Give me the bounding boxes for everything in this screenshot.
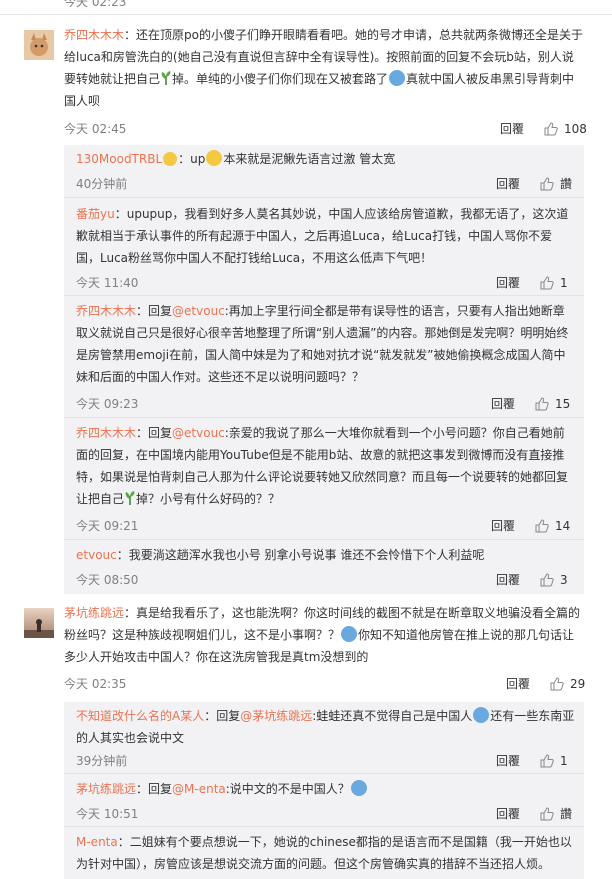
reply-item: 乔四木木木：回复@etvouc:亲爱的我说了那么一大堆你就看到一个小号问题？你自… (76, 426, 569, 506)
thumbs-up-icon[interactable] (540, 753, 554, 768)
comment-actions: 回覆 29 (506, 675, 585, 692)
reply-actions: 回覆 讚 (496, 805, 572, 822)
previous-comment-time: 今天 02:23 (64, 0, 127, 9)
comment-time: 今天 02:35 (64, 677, 127, 691)
reply-button[interactable]: 回覆 (491, 517, 515, 534)
divider (64, 295, 584, 296)
reply-time: 39分钟前 (76, 754, 128, 768)
mention-link[interactable]: @etvouc (172, 304, 225, 318)
reply-username[interactable]: 不知道改什么名的A某人 (76, 709, 204, 723)
reply-actions: 回覆 1 (496, 752, 568, 769)
divider (64, 773, 584, 774)
reply-button[interactable]: 回覆 (496, 752, 520, 769)
reply-username[interactable]: 乔四木木木 (76, 426, 136, 440)
reply-item: etvouc：我要淌这趟浑水我也小号 别拿小号说事 谁还不会怜惜下个人利益呢 (76, 548, 485, 562)
thumbs-up-icon[interactable] (544, 121, 558, 136)
mention-link[interactable]: @etvouc (172, 426, 225, 440)
like-count: 108 (564, 121, 587, 136)
reply-item: 番茄yu：upupup，我看到好多人莫名其妙说，中国人应该给房管道歉，我都无语了… (76, 207, 569, 265)
avatar[interactable] (24, 30, 54, 60)
divider (64, 826, 584, 827)
like-count: 29 (570, 676, 586, 691)
reply-actions: 回覆 14 (491, 517, 570, 534)
like-count: 15 (555, 396, 571, 411)
face-emoji-icon (163, 152, 178, 166)
like-label[interactable]: 讚 (560, 805, 572, 822)
reply-item: 不知道改什么名的A某人：回复@茅坑练跳远:蛙蛙还真不觉得自己是中国人 还有一些东南… (76, 707, 575, 745)
thumbs-up-icon[interactable] (550, 676, 564, 691)
mention-link[interactable]: @茅坑练跳远 (240, 709, 312, 723)
comment-time: 今天 02:45 (64, 122, 127, 136)
reply-actions: 回覆 3 (496, 571, 568, 588)
thumbs-up-icon[interactable] (540, 275, 554, 290)
thumbs-up-icon[interactable] (540, 806, 554, 821)
reply-button[interactable]: 回覆 (496, 274, 520, 291)
reply-button[interactable]: 回覆 (506, 675, 530, 692)
like-count: 1 (560, 753, 568, 768)
plant-emoji-icon (124, 490, 136, 505)
like-count: 14 (555, 518, 571, 533)
reply-actions: 回覆 15 (491, 395, 570, 412)
divider (64, 197, 584, 198)
reply-item: M-enta：二姐妹有个要点想说一下，她说的chinese都指的是语言而不是国籍… (76, 835, 572, 871)
reply-button[interactable]: 回覆 (496, 805, 520, 822)
divider (0, 14, 612, 15)
reply-item: 茅坑练跳远：回复@M-enta:说中文的不是中国人？ (76, 778, 576, 800)
divider (64, 539, 584, 540)
reply-button[interactable]: 回覆 (500, 120, 524, 137)
reply-username[interactable]: 乔四木木木 (76, 304, 136, 318)
reply-actions: 回覆 讚 (496, 175, 572, 192)
like-count: 1 (560, 275, 568, 290)
comment-text: 茅坑练跳远：真是给我看乐了，这也能洗啊？你这时间线的截图不就是在断章取义地骗没看… (64, 606, 581, 664)
thumbs-up-icon[interactable] (535, 396, 549, 411)
crying-face-emoji-icon (389, 70, 406, 86)
reply-username[interactable]: 130MoodTRBL (76, 152, 162, 166)
avatar[interactable] (24, 608, 54, 638)
reply-time: 今天 11:40 (76, 276, 139, 290)
reply-button[interactable]: 回覆 (491, 395, 515, 412)
thumbs-up-icon[interactable] (540, 572, 554, 587)
reply-username[interactable]: M-enta (76, 835, 118, 849)
reply-button[interactable]: 回覆 (496, 571, 520, 588)
reply-list: 不知道改什么名的A某人：回复@茅坑练跳远:蛙蛙还真不觉得自己是中国人 还有一些东南… (64, 702, 584, 879)
reply-item: 130MoodTRBL ：up 本来就是泥鳅先语言过激 管太宽 (76, 150, 396, 166)
thumbs-up-icon[interactable] (535, 518, 549, 533)
like-label[interactable]: 讚 (560, 175, 572, 192)
face-emoji-icon (206, 150, 223, 166)
reply-username[interactable]: 番茄yu (76, 207, 115, 221)
reply-time: 今天 09:23 (76, 397, 139, 411)
reply-time: 今天 08:50 (76, 573, 139, 587)
thumbs-up-icon[interactable] (540, 176, 554, 191)
reply-button[interactable]: 回覆 (496, 175, 520, 192)
plant-emoji-icon (160, 70, 172, 85)
comment-username[interactable]: 乔四木木木 (64, 28, 124, 42)
comment-username[interactable]: 茅坑练跳远 (64, 606, 124, 620)
shark-emoji-icon (473, 707, 490, 723)
reply-time: 今天 10:51 (76, 807, 139, 821)
reply-time: 40分钟前 (76, 177, 128, 191)
reply-actions: 回覆 1 (496, 274, 568, 291)
shark-emoji-icon (350, 780, 367, 796)
shark-emoji-icon (341, 626, 358, 642)
mention-link[interactable]: @M-enta (172, 782, 226, 796)
reply-username[interactable]: etvouc (76, 548, 117, 562)
comment-text: 乔四木木木：还在顶原po的小傻子们睁开眼睛看看吧。她的号才申请，总共就两条微博还… (64, 28, 583, 108)
reply-username[interactable]: 茅坑练跳远 (76, 782, 136, 796)
reply-item: 乔四木木木：回复@etvouc:再加上字里行间全都是带有误导性的语言，只要有人指… (76, 304, 569, 384)
divider (64, 417, 584, 418)
reply-time: 今天 09:21 (76, 519, 139, 533)
comment-actions: 回覆 108 (500, 120, 587, 137)
like-count: 3 (560, 572, 568, 587)
